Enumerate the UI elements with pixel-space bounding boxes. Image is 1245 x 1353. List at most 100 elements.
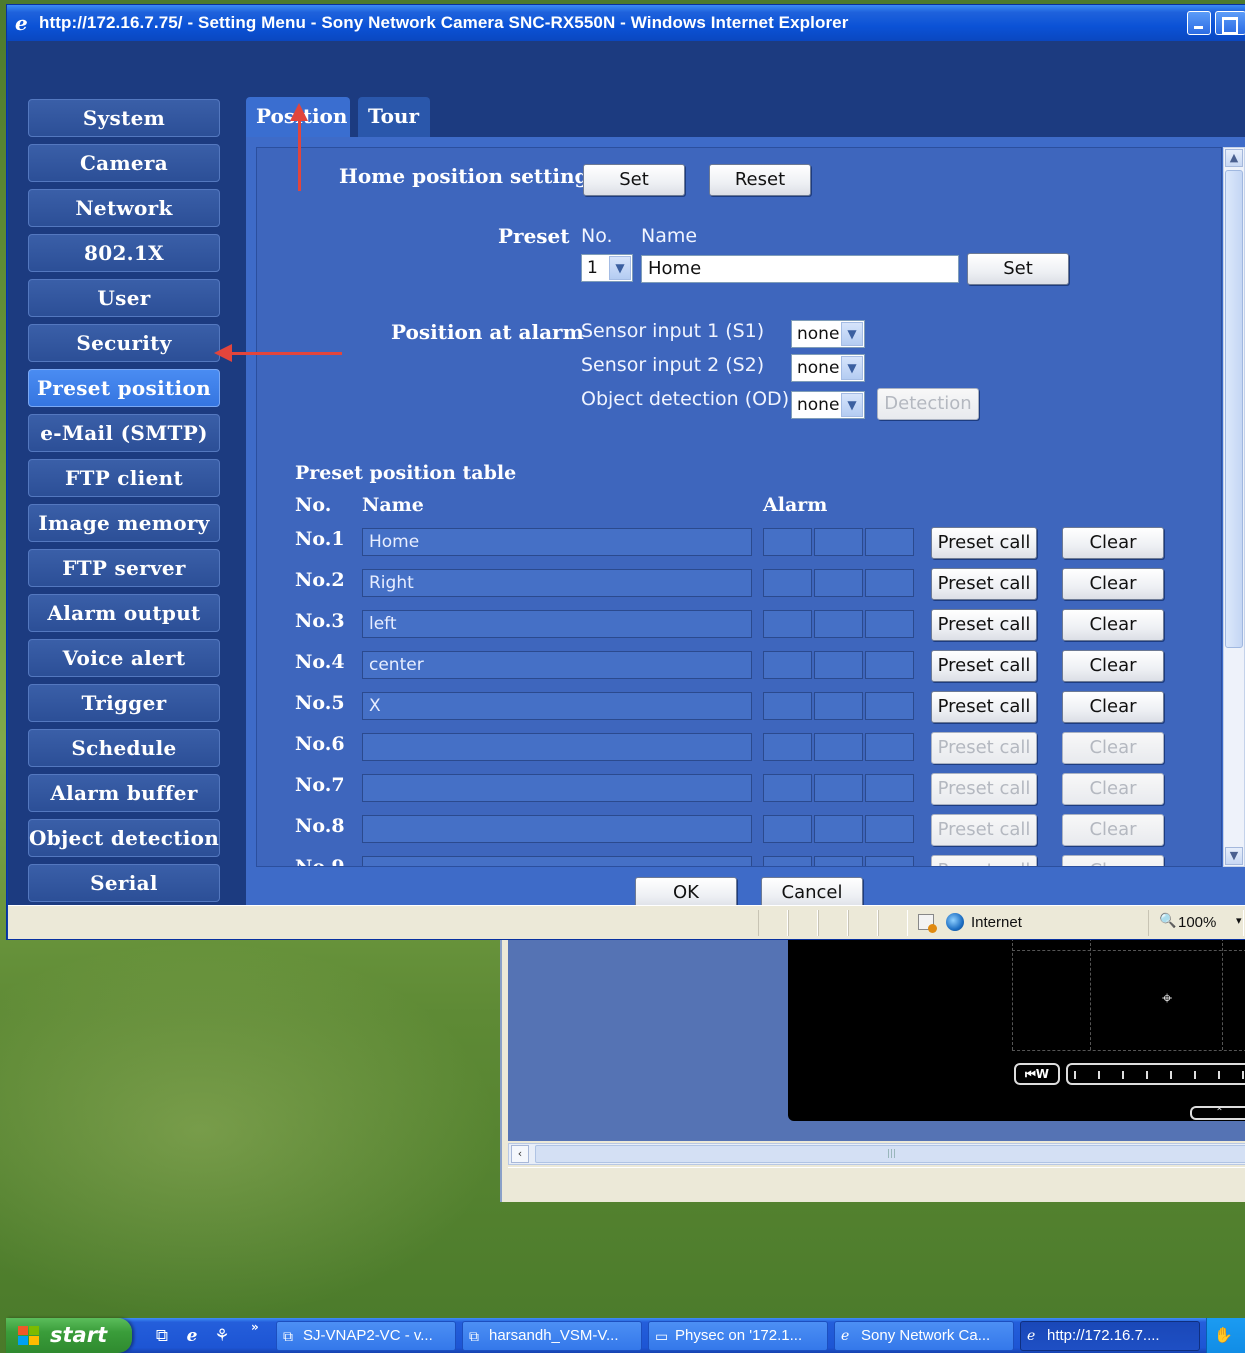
- table-row-name-field[interactable]: [362, 815, 752, 843]
- clear-button[interactable]: Clear: [1062, 855, 1164, 866]
- sidebar-item-user[interactable]: User: [28, 279, 220, 317]
- sidebar-item-alarm-output[interactable]: Alarm output: [28, 594, 220, 632]
- sidebar-item-email-smtp[interactable]: e-Mail (SMTP): [28, 414, 220, 452]
- chevron-down-icon[interactable]: ▼: [841, 322, 863, 346]
- zoom-level[interactable]: 100%: [1178, 914, 1216, 931]
- ie-icon[interactable]: e: [182, 1326, 202, 1346]
- sensor1-select[interactable]: none ▼: [791, 320, 865, 348]
- preset-call-button[interactable]: Preset call: [931, 650, 1037, 682]
- clear-button[interactable]: Clear: [1062, 773, 1164, 805]
- table-row-name-field[interactable]: [362, 856, 752, 866]
- object-detection-label: Object detection (OD): [581, 388, 790, 410]
- table-row-alarm-cell: [763, 610, 812, 638]
- preset-call-button[interactable]: Preset call: [931, 773, 1037, 805]
- sidebar-item-ftp-server[interactable]: FTP server: [28, 549, 220, 587]
- sidebar-item-object-detection[interactable]: Object detection: [28, 819, 220, 857]
- scroll-left-icon[interactable]: ‹: [511, 1145, 529, 1163]
- taskbar-item[interactable]: ▭ Physec on '172.1...: [648, 1321, 828, 1351]
- background-window[interactable]: ⌖ ⏮W ⌃ ‹ |||: [500, 938, 1245, 1202]
- taskbar-item[interactable]: ⧉ harsandh_VSM-V...: [462, 1321, 642, 1351]
- sidebar-item-image-memory[interactable]: Image memory: [28, 504, 220, 542]
- clear-button[interactable]: Clear: [1062, 609, 1164, 641]
- preset-call-button[interactable]: Preset call: [931, 814, 1037, 846]
- table-row-name-field[interactable]: Home: [362, 528, 752, 556]
- sensor2-select[interactable]: none ▼: [791, 354, 865, 382]
- ie-icon: e: [841, 1328, 850, 1344]
- table-row-name-field[interactable]: [362, 774, 752, 802]
- ie-window: e http://172.16.7.75/ - Setting Menu - S…: [6, 4, 1245, 940]
- scroll-thumb[interactable]: [1225, 170, 1243, 648]
- tray-hand-icon[interactable]: ✋: [1214, 1326, 1233, 1344]
- sidebar-item-alarm-buffer[interactable]: Alarm buffer: [28, 774, 220, 812]
- tab-tour[interactable]: Tour: [358, 97, 430, 137]
- zoom-wide-button[interactable]: ⏮W: [1014, 1063, 1060, 1085]
- table-row-name-field[interactable]: X: [362, 692, 752, 720]
- preset-number-select[interactable]: 1 ▼: [581, 254, 633, 282]
- sidebar-item-ftp-client[interactable]: FTP client: [28, 459, 220, 497]
- preset-call-button[interactable]: Preset call: [931, 568, 1037, 600]
- preset-call-button[interactable]: Preset call: [931, 691, 1037, 723]
- scroll-thumb[interactable]: |||: [535, 1145, 1245, 1163]
- table-row-number: No.8: [295, 815, 345, 837]
- messenger-icon[interactable]: ⚘: [212, 1326, 232, 1346]
- object-detection-select[interactable]: none ▼: [791, 391, 865, 419]
- annotation-arrow-head: [214, 344, 232, 362]
- sidebar-item-network[interactable]: Network: [28, 189, 220, 227]
- sidebar-item-security[interactable]: Security: [28, 324, 220, 362]
- quick-launch-more-icon[interactable]: »: [251, 1320, 259, 1334]
- preset-set-button[interactable]: Set: [967, 253, 1069, 285]
- table-row-alarm-cell: [865, 856, 914, 866]
- clear-button[interactable]: Clear: [1062, 527, 1164, 559]
- scroll-up-icon[interactable]: ▲: [1225, 149, 1243, 167]
- chevron-down-icon[interactable]: ▼: [609, 256, 631, 280]
- detection-button[interactable]: Detection: [877, 388, 979, 420]
- preset-call-button[interactable]: Preset call: [931, 527, 1037, 559]
- preset-name-input[interactable]: Home: [641, 255, 959, 283]
- clear-button[interactable]: Clear: [1062, 814, 1164, 846]
- clear-button[interactable]: Clear: [1062, 650, 1164, 682]
- clear-button[interactable]: Clear: [1062, 732, 1164, 764]
- security-zone[interactable]: Internet: [971, 914, 1022, 931]
- preset-call-button[interactable]: Preset call: [931, 855, 1037, 866]
- table-row-alarm-cell: [763, 815, 812, 843]
- minimize-button[interactable]: [1187, 11, 1211, 35]
- home-reset-button[interactable]: Reset: [709, 164, 811, 196]
- taskbar-item-active[interactable]: e http://172.16.7....: [1020, 1321, 1200, 1351]
- preset-call-button[interactable]: Preset call: [931, 609, 1037, 641]
- sidebar-item-camera[interactable]: Camera: [28, 144, 220, 182]
- taskbar-item[interactable]: e Sony Network Ca...: [834, 1321, 1014, 1351]
- zoom-slider[interactable]: [1066, 1063, 1245, 1085]
- start-button[interactable]: start: [6, 1318, 132, 1353]
- chevron-up-icon[interactable]: ⌃: [1190, 1106, 1245, 1120]
- title-bar[interactable]: e http://172.16.7.75/ - Setting Menu - S…: [7, 5, 1245, 41]
- table-row-name-field[interactable]: [362, 733, 752, 761]
- protected-mode-icon[interactable]: [918, 914, 937, 933]
- sidebar-item-trigger[interactable]: Trigger: [28, 684, 220, 722]
- chevron-down-icon[interactable]: ▼: [841, 356, 863, 380]
- vertical-scrollbar[interactable]: ▲ ▼: [1223, 147, 1245, 867]
- preset-call-button[interactable]: Preset call: [931, 732, 1037, 764]
- start-label: start: [50, 1323, 108, 1347]
- home-set-button[interactable]: Set: [583, 164, 685, 196]
- clear-button[interactable]: Clear: [1062, 568, 1164, 600]
- clear-button[interactable]: Clear: [1062, 691, 1164, 723]
- maximize-button[interactable]: [1215, 11, 1245, 35]
- camera-video-view[interactable]: ⌖: [788, 938, 1245, 1121]
- chevron-down-icon[interactable]: ▾: [1236, 914, 1242, 927]
- table-row-name-field[interactable]: Right: [362, 569, 752, 597]
- sidebar-item-system[interactable]: System: [28, 99, 220, 137]
- table-row-name-field[interactable]: left: [362, 610, 752, 638]
- sidebar-item-preset-position[interactable]: Preset position: [28, 369, 220, 407]
- sidebar-item-802-1x[interactable]: 802.1X: [28, 234, 220, 272]
- sidebar-item-serial[interactable]: Serial: [28, 864, 220, 902]
- show-desktop-icon[interactable]: ⧉: [152, 1326, 172, 1346]
- sidebar-item-schedule[interactable]: Schedule: [28, 729, 220, 767]
- sidebar-item-voice-alert[interactable]: Voice alert: [28, 639, 220, 677]
- taskbar-item[interactable]: ⧉ SJ-VNAP2-VC - v...: [276, 1321, 456, 1351]
- table-row-name-field[interactable]: center: [362, 651, 752, 679]
- taskbar-item-label: http://172.16.7....: [1047, 1327, 1160, 1344]
- horizontal-scrollbar[interactable]: ‹ |||: [508, 1143, 1245, 1165]
- chevron-down-icon[interactable]: ▼: [841, 393, 863, 417]
- scroll-down-icon[interactable]: ▼: [1225, 847, 1243, 865]
- table-row-alarm-cell: [763, 569, 812, 597]
